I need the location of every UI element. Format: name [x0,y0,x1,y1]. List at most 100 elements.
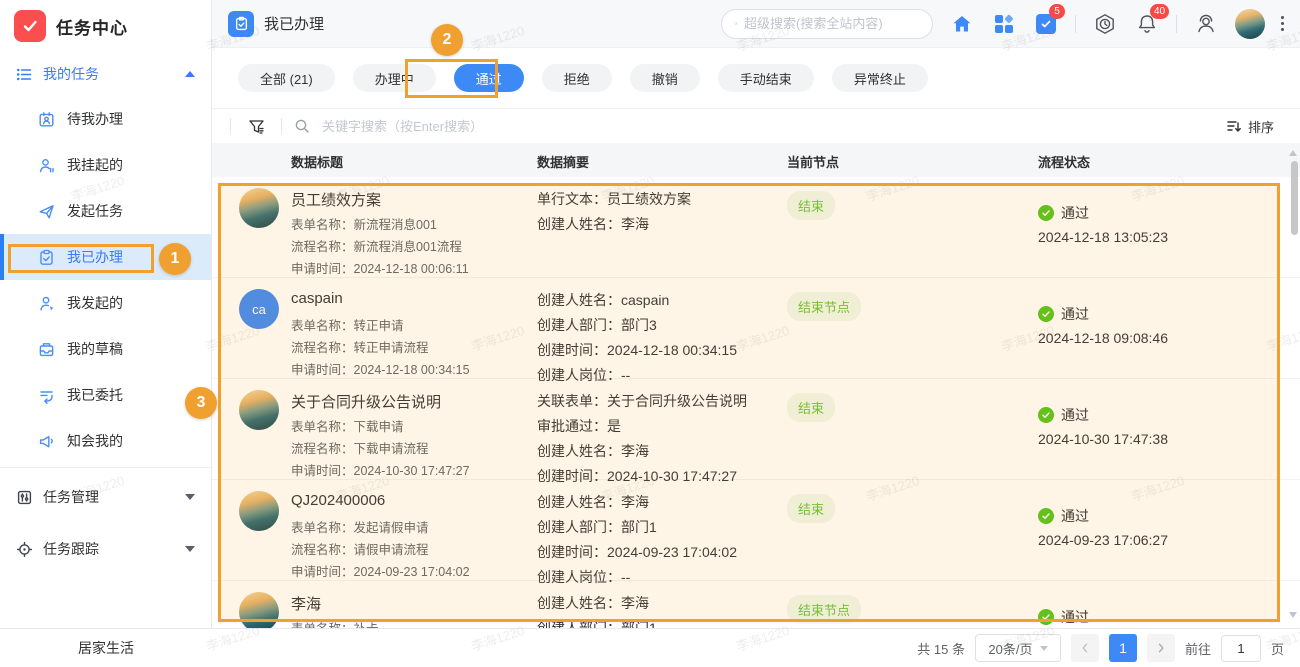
table-header: 数据标题 数据摘要 当前节点 流程状态 [212,143,1300,177]
divider [230,118,231,134]
tab-all[interactable]: 全部 (21) [238,64,335,92]
global-search-input[interactable] [744,16,920,31]
tab-rejected[interactable]: 拒绝 [542,64,612,92]
sidebar-item-label: 我发起的 [67,293,123,313]
home-button[interactable] [949,11,975,37]
goto-page-input[interactable] [1221,635,1261,662]
row-fields: 表单名称：转正申请 流程名称：转正申请流程 申请时间：2024-12-18 00… [291,315,470,381]
footer: 居家生活 共 15 条 20条/页 1 前往 页 [0,628,1300,667]
total-count: 共 15 条 [917,639,965,658]
more-menu-button[interactable] [1281,16,1284,31]
row-title[interactable]: caspain [291,290,343,307]
summary-line: 创建人部门：部门1 [537,616,657,628]
row-title[interactable]: 关于合同升级公告说明 [291,391,441,412]
sidebar-item-initiate-task[interactable]: 发起任务 [0,188,211,234]
avatar: ca [239,289,279,329]
sidebar-group-task-track[interactable]: 任务跟踪 [0,523,211,575]
divider [1075,15,1076,33]
table-row[interactable]: QJ202400006 表单名称：发起请假申请 流程名称：请假申请流程 申请时间… [212,480,1300,581]
global-search[interactable] [721,9,933,39]
sort-button[interactable]: 排序 [1226,117,1282,136]
field-line: 表单名称：补卡 [291,618,379,628]
sidebar-item-drafts[interactable]: 我的草稿 [0,326,211,372]
field-line: 申请时间：2024-12-18 00:06:11 [291,258,469,280]
tab-manual-end[interactable]: 手动结束 [718,64,814,92]
app-logo[interactable]: 任务中心 [0,0,211,52]
table-row[interactable]: 李海 表单名称：补卡 创建人姓名：李海 创建人部门：部门1 结束节点 通过 [212,581,1300,628]
filter-row: 排序 [212,109,1300,143]
sidebar-item-todo[interactable]: 待我办理 [0,96,211,142]
sidebar-group-my-tasks[interactable]: 我的任务 [0,52,211,96]
tab-abnormal-end[interactable]: 异常终止 [832,64,928,92]
sidebar-group-task-manage[interactable]: 任务管理 [0,471,211,523]
summary-line: 创建时间：2024-12-18 00:34:15 [537,338,737,363]
divider [281,118,282,134]
chevron-down-icon [1040,646,1048,651]
table-row[interactable]: 员工绩效方案 表单名称：新流程消息001 流程名称：新流程消息001流程 申请时… [212,177,1300,278]
sidebar-item-label: 发起任务 [67,201,123,221]
col-data-title: 数据标题 [291,152,343,171]
page-1-button[interactable]: 1 [1109,634,1137,662]
field-line: 流程名称：下载申请流程 [291,438,470,460]
tab-revoked[interactable]: 撤销 [630,64,700,92]
notifications-button[interactable]: 40 [1134,11,1160,37]
sidebar-divider [0,467,211,468]
scrollbar-thumb[interactable] [1291,161,1298,235]
page-size-select[interactable]: 20条/页 [975,634,1061,662]
sidebar-item-handled[interactable]: 我已办理 [0,234,211,280]
col-current-node: 当前节点 [787,152,839,171]
status-label: 通过 [1061,304,1089,324]
support-button[interactable] [1193,11,1219,37]
status-label: 通过 [1061,607,1089,627]
tasks-shortcut-button[interactable]: 5 [1033,11,1059,37]
topbar-actions: 5 40 [721,9,1284,39]
next-page-button[interactable] [1147,634,1175,662]
history-button[interactable] [1092,11,1118,37]
summary-line: 审批通过：是 [537,414,747,439]
summary-line: 创建时间：2024-09-23 17:04:02 [537,540,737,565]
row-summary: 创建人姓名：李海 创建人部门：部门1 创建时间：2024-09-23 17:04… [537,490,737,590]
sidebar-item-initiated-by-me[interactable]: 我发起的 [0,280,211,326]
scrollbar-up-arrow[interactable] [1289,150,1297,156]
field-line: 流程名称：请假申请流程 [291,539,470,561]
avatar [239,491,279,531]
user-avatar[interactable] [1235,9,1265,39]
user-arrow-icon [38,295,55,312]
support-agent-icon [1194,12,1218,36]
tab-passed[interactable]: 通过 [454,64,524,92]
field-line: 流程名称：新流程消息001流程 [291,236,469,258]
summary-line: 创建人部门：部门1 [537,515,737,540]
main-content: 我已办理 5 [212,0,1300,628]
row-title[interactable]: 李海 [291,593,321,614]
current-node-tag: 结束 [787,191,835,220]
summary-line: 关联表单：关于合同升级公告说明 [537,389,747,414]
app-title: 任务中心 [56,14,128,39]
sidebar-item-cc-to-me[interactable]: 知会我的 [0,418,211,464]
sort-label: 排序 [1248,117,1274,136]
row-title[interactable]: QJ202400006 [291,492,385,509]
prev-page-button[interactable] [1071,634,1099,662]
tab-in-progress[interactable]: 办理中 [353,64,436,92]
scrollbar-down-arrow[interactable] [1289,612,1297,618]
status-time: 2024-12-18 13:05:23 [1038,229,1168,245]
workspace-switcher[interactable]: 居家生活 [0,638,212,658]
page-title: 我已办理 [264,13,324,34]
table-row[interactable]: 关于合同升级公告说明 表单名称：下载申请 流程名称：下载申请流程 申请时间：20… [212,379,1300,480]
filter-button[interactable] [243,113,269,139]
search-icon [734,16,738,31]
row-title[interactable]: 员工绩效方案 [291,189,381,210]
notifications-badge: 40 [1150,4,1169,19]
field-line: 申请时间：2024-09-23 17:04:02 [291,561,470,583]
apps-button[interactable] [991,11,1017,37]
sidebar: 任务中心 我的任务 待我办理 我挂起的 发起任务 [0,0,212,628]
table-row[interactable]: ca caspain 表单名称：转正申请 流程名称：转正申请流程 申请时间：20… [212,278,1300,379]
field-line: 表单名称：转正申请 [291,315,470,337]
hexagon-clock-icon [1094,13,1116,35]
keyword-search-input[interactable] [322,119,722,134]
sidebar-item-suspended[interactable]: 我挂起的 [0,142,211,188]
row-fields: 表单名称：补卡 [291,618,379,628]
sidebar-item-delegated[interactable]: 我已委托 [0,372,211,418]
chevron-right-icon [1155,642,1167,654]
flow-status: 通过 2024-09-23 17:06:27 [1038,506,1168,548]
avatar [239,390,279,430]
